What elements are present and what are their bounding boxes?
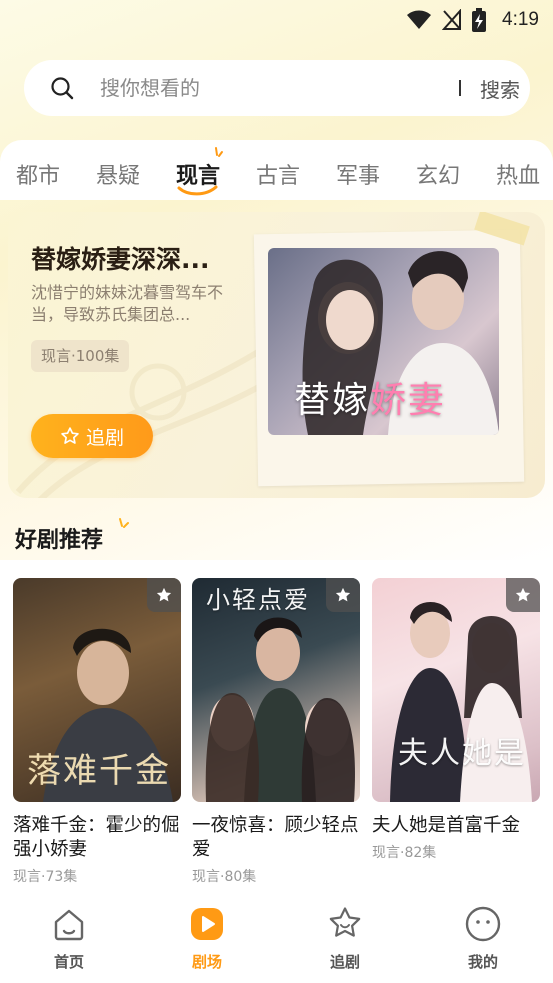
tab-guyan[interactable]: 古言 — [256, 158, 300, 190]
tab-rexue[interactable]: 热血 — [496, 158, 540, 190]
sparkle-icon — [215, 147, 223, 157]
drama-meta: 现言·73集 — [13, 869, 78, 885]
star-face-icon — [329, 907, 361, 937]
section-title: 好剧推荐 — [15, 528, 104, 553]
no-signal-icon — [442, 9, 462, 30]
theater-play-icon — [191, 908, 223, 940]
featured-title: 替嫁娇妻深深... — [31, 245, 210, 274]
cover-text: 小轻点爱 — [206, 586, 310, 614]
bookmark-button[interactable] — [506, 578, 540, 612]
search-divider — [459, 80, 461, 96]
nav-label: 追剧 — [329, 953, 360, 971]
drama-meta: 现言·80集 — [192, 869, 257, 885]
tab-xuanyi[interactable]: 悬疑 — [96, 158, 140, 190]
search-icon — [51, 77, 74, 100]
nav-label: 剧场 — [191, 953, 222, 971]
drama-title: 夫人她是首富千金 — [372, 815, 521, 836]
drama-card[interactable]: 小轻点爱 一夜惊喜：顾少轻点爱 现言·80集 — [192, 578, 360, 886]
battery-charging-icon — [472, 8, 487, 32]
nav-follow[interactable]: 追剧 — [305, 905, 385, 972]
wifi-icon — [407, 10, 432, 29]
search-button[interactable]: 搜索 — [480, 74, 520, 103]
bookmark-button[interactable] — [326, 578, 360, 612]
nav-theater[interactable]: 剧场 — [167, 905, 247, 972]
star-icon — [335, 587, 351, 602]
cover-text: 落难千金 — [27, 751, 171, 791]
featured-tag: 现言·100集 — [31, 340, 130, 372]
search-input[interactable] — [100, 74, 420, 102]
cover-text: 夫人她是 — [398, 736, 526, 771]
star-icon — [156, 587, 172, 602]
bottom-navigation: 首页 剧场 追剧 我的 — [0, 893, 553, 983]
bookmark-button[interactable] — [147, 578, 181, 612]
status-time: 4:19 — [502, 9, 539, 30]
drama-cover[interactable]: 小轻点爱 — [192, 578, 360, 802]
nav-label: 首页 — [53, 953, 84, 971]
featured-description: 沈惜宁的妹妹沈暮雪驾车不当，导致苏氏集团总... — [31, 283, 224, 324]
sparkle-icon — [119, 518, 129, 528]
drama-cover[interactable]: 夫人她是 — [372, 578, 540, 802]
drama-meta: 现言·82集 — [372, 845, 437, 861]
nav-profile[interactable]: 我的 — [443, 905, 523, 972]
active-tab-indicator — [177, 185, 218, 196]
drama-cover[interactable]: 落难千金 — [13, 578, 181, 802]
follow-drama-button[interactable]: 追剧 — [31, 414, 153, 458]
home-icon — [54, 909, 84, 941]
status-bar: 4:19 — [0, 0, 553, 40]
profile-face-icon — [465, 906, 501, 942]
drama-card[interactable]: 落难千金 落难千金：霍少的倔强小娇妻 现言·73集 — [13, 578, 181, 886]
drama-card[interactable]: 夫人她是 夫人她是首富千金 现言·82集 — [372, 578, 540, 862]
tab-junshi[interactable]: 军事 — [336, 158, 380, 190]
featured-banner[interactable]: 替嫁娇妻深深... 沈惜宁的妹妹沈暮雪驾车不当，导致苏氏集团总... 现言·10… — [8, 212, 545, 498]
nav-label: 我的 — [467, 953, 498, 971]
star-icon — [61, 427, 79, 444]
tab-dushi[interactable]: 都市 — [16, 158, 60, 190]
follow-button-label: 追剧 — [85, 426, 124, 449]
category-tabs: 都市 悬疑 现言 古言 军事 玄幻 热血 — [0, 140, 553, 200]
nav-home[interactable]: 首页 — [29, 905, 109, 972]
featured-poster[interactable]: 替嫁娇妻 — [268, 248, 499, 435]
drama-title: 落难千金：霍少的倔强小娇妻 — [13, 815, 180, 860]
search-bar[interactable]: 搜索 — [24, 60, 530, 116]
star-icon — [515, 587, 531, 602]
poster-title: 替嫁娇妻 — [294, 380, 447, 421]
tab-xuanhuan[interactable]: 玄幻 — [416, 158, 460, 190]
drama-title: 一夜惊喜：顾少轻点爱 — [192, 815, 359, 860]
